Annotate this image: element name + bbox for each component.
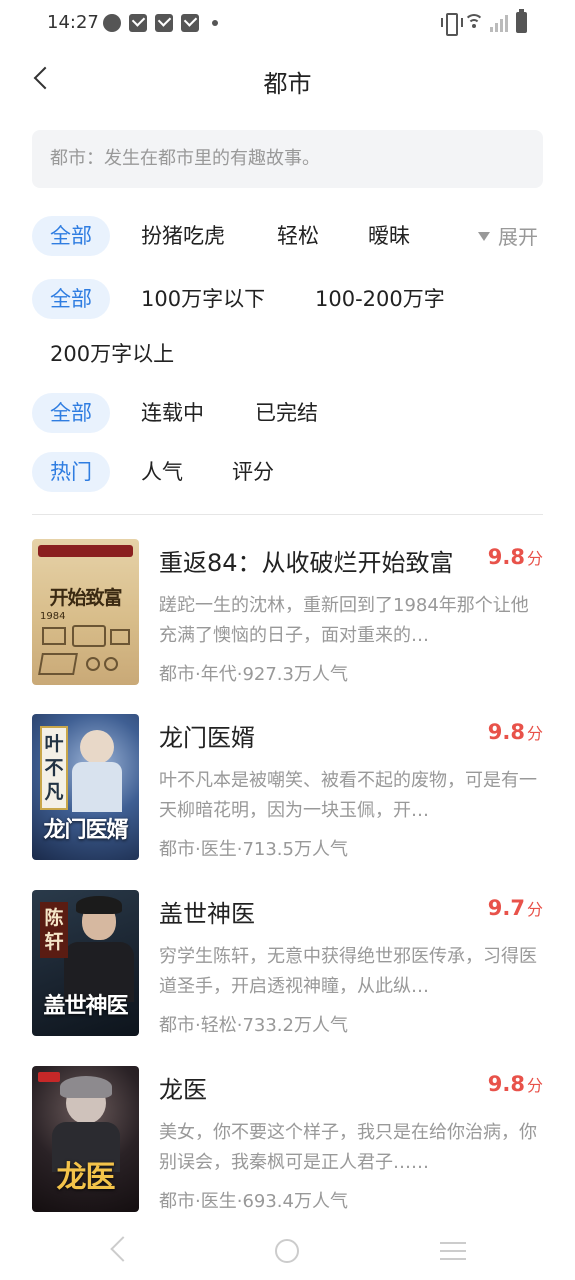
book-cover: 陈轩 盖世神医 [32,890,139,1036]
cover-title: 龙医 [56,1160,116,1195]
book-cover: 龙医 [32,1066,139,1212]
tag-filter-item[interactable]: 轻松 [277,216,319,256]
book-score: 9.7 分 [487,896,543,920]
book-title: 龙医 [159,1076,207,1104]
tag-filter-all[interactable]: 全部 [32,216,110,256]
cover-vertical-title: 陈轩 [40,902,68,958]
book-item[interactable]: 开始致富 1984 重返84：从收破烂开始致富 9.8 分 蹉跎一生的沈林，重新回… [32,539,543,687]
status-time: 14:27 [47,12,99,33]
status-filter-item[interactable]: 连载中 [141,393,204,433]
book-score: 9.8 分 [487,545,543,569]
battery-icon [516,9,527,33]
system-menu-button[interactable] [440,1242,466,1260]
book-meta: 都市·轻松·733.2万人气 [159,1015,348,1036]
cover-vertical-title: 叶不凡 [40,726,68,810]
cover-title: 开始致富 [49,587,122,609]
cover-title: 龙门医婿 [43,817,128,843]
book-cover: 叶不凡 龙门医婿 [32,714,139,860]
status-filter-item[interactable]: 已完结 [255,393,318,433]
book-meta: 都市·医生·693.4万人气 [159,1191,348,1212]
book-score: 9.8 分 [487,720,543,744]
book-cover: 开始致富 1984 [32,539,139,685]
tag-filter-item[interactable]: 暧昧 [368,216,410,256]
wordcount-filter-item[interactable]: 200万字以上 [50,334,174,374]
book-description: 蹉跎一生的沈林，重新回到了1984年那个让他充满了懊恼的日子，面对重来的… [159,595,529,646]
book-description: 美女，你不要这个样子，我只是在给你治病，你别误会，我秦枫可是正人君子…… [159,1122,537,1173]
notification-icon [155,14,173,32]
expand-filters-button[interactable]: 展开 [478,217,538,257]
status-bar: 14:27 [0,0,575,48]
cover-title: 盖世神医 [43,993,128,1019]
expand-label: 展开 [498,225,538,249]
status-filter-all[interactable]: 全部 [32,393,110,433]
vibrate-icon [441,13,463,36]
book-description: 叶不凡本是被嘲笑、被看不起的废物，可是有一天柳暗花明，因为一块玉佩，开… [159,770,537,821]
book-description: 穷学生陈轩，无意中获得绝世邪医传承，习得医道圣手，开启透视神瞳，从此纵… [159,946,537,997]
cover-year: 1984 [40,611,66,622]
sort-filter-item[interactable]: 评分 [232,452,274,492]
notification-icon [129,14,147,32]
book-item[interactable]: 龙医 龙医 9.8 分 美女，你不要这个样子，我只是在给你治病，你别误会，我秦枫可… [32,1066,543,1214]
signal-icon [490,14,508,32]
book-meta: 都市·年代·927.3万人气 [159,664,348,685]
sort-filter-hot[interactable]: 热门 [32,452,110,492]
system-home-button[interactable] [275,1239,299,1263]
divider [32,514,543,515]
wordcount-filter-item[interactable]: 100万字以下 [141,279,265,319]
book-item[interactable]: 叶不凡 龙门医婿 龙门医婿 9.8 分 叶不凡本是被嘲笑、被看不起的废物，可是有一… [32,714,543,862]
triangle-down-icon [478,232,490,241]
cover-banner [38,545,133,557]
clock-app-icon [103,14,121,32]
wifi-icon [464,12,484,32]
notification-icon [181,14,199,32]
book-score: 9.8 分 [487,1072,543,1096]
book-title: 重返84：从收破烂开始致富 [159,549,454,577]
book-title: 龙门医婿 [159,724,255,752]
book-item[interactable]: 陈轩 盖世神医 盖世神医 9.7 分 穷学生陈轩，无意中获得绝世邪医传承，习得医道… [32,890,543,1038]
more-notifications-icon [212,20,218,26]
tag-filter-item[interactable]: 扮猪吃虎 [141,216,225,256]
wordcount-filter-all[interactable]: 全部 [32,279,110,319]
page-title: 都市 [263,70,312,98]
wordcount-filter-item[interactable]: 100-200万字 [315,279,445,319]
system-back-button[interactable] [110,1236,136,1262]
category-description: 都市：发生在都市里的有趣故事。 [32,130,543,188]
book-meta: 都市·医生·713.5万人气 [159,839,348,860]
sort-filter-item[interactable]: 人气 [141,452,183,492]
book-title: 盖世神医 [159,900,255,928]
